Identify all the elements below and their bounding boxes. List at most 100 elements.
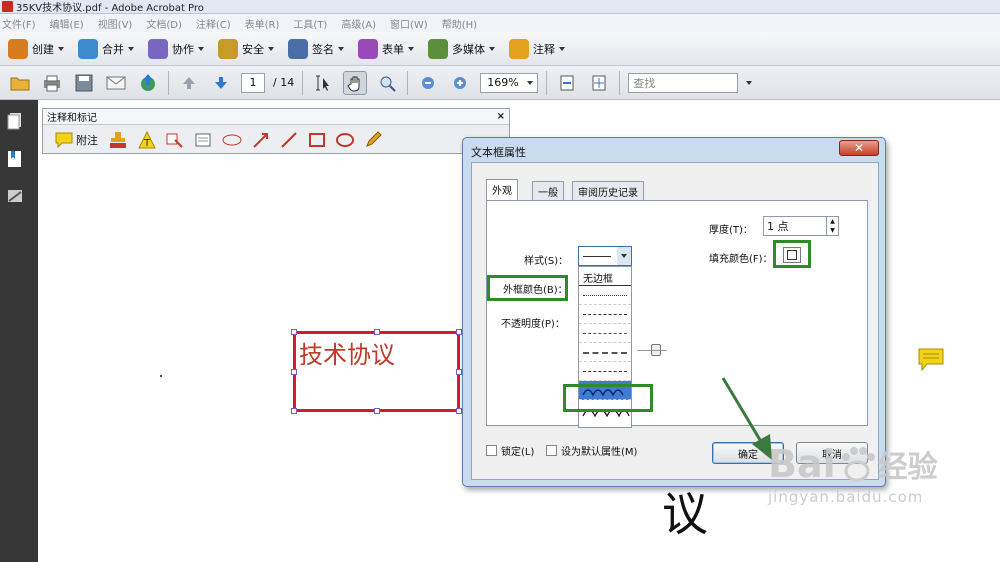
folder-icon: [10, 77, 30, 90]
resize-handle[interactable]: [291, 408, 297, 414]
sign-button[interactable]: 签名: [288, 38, 344, 59]
style-option-dash-dot[interactable]: [579, 362, 631, 381]
zoom-in-button[interactable]: [448, 71, 472, 95]
thickness-label: 厚度(T)：: [709, 225, 753, 236]
sticky-note-icon[interactable]: [918, 348, 944, 372]
page-total: / 14: [273, 76, 295, 89]
multimedia-button[interactable]: 多媒体: [428, 38, 495, 59]
opacity-label: 不透明度(P)：: [501, 319, 565, 330]
page-number-input[interactable]: 1: [241, 72, 265, 93]
textbox-icon[interactable]: [194, 131, 212, 149]
hand-icon: [347, 76, 360, 92]
tab-review-history[interactable]: 审阅历史记录: [572, 181, 644, 201]
tab-general[interactable]: 一般: [532, 181, 564, 201]
chevron-down-icon[interactable]: [746, 80, 753, 85]
next-page-button[interactable]: [209, 71, 233, 95]
highlight-fill-color: [773, 240, 811, 268]
secure-button[interactable]: 安全: [218, 38, 274, 59]
highlight-cloud-style: [563, 384, 653, 412]
oval-icon[interactable]: [336, 131, 354, 149]
arrow-icon[interactable]: [252, 131, 270, 149]
opacity-slider-track[interactable]: [637, 350, 667, 351]
toolbar-separator: [619, 70, 621, 95]
highlight-icon[interactable]: [166, 131, 184, 149]
menu-file[interactable]: 文件(F): [2, 16, 36, 31]
toolbar-separator: [168, 70, 169, 95]
multimedia-icon: [428, 38, 448, 59]
bookmarks-icon[interactable]: [7, 150, 23, 168]
style-option-dashed[interactable]: [579, 305, 631, 324]
resize-handle[interactable]: [291, 329, 297, 335]
resize-handle[interactable]: [291, 369, 297, 375]
doc-glyph: 议: [662, 487, 708, 541]
svg-text:T: T: [143, 138, 151, 149]
style-select[interactable]: [578, 246, 632, 266]
menu-bar: 文件(F) 编辑(E) 视图(V) 文档(D) 注释(C) 表单(R) 工具(T…: [0, 14, 1000, 32]
fit-width-icon: [560, 75, 574, 90]
menu-edit[interactable]: 编辑(E): [50, 16, 84, 31]
fit-page-icon: [592, 75, 606, 90]
set-default-checkbox[interactable]: 设为默认属性(M): [546, 443, 637, 458]
rectangle-icon[interactable]: [308, 131, 326, 149]
sticky-note-icon: [55, 132, 73, 148]
email-button[interactable]: [104, 71, 128, 95]
dialog-body: 外观 一般 审阅历史记录 厚度(T)： 1 点 ▲ ▼ 填充颜色(F)： 样式(S…: [471, 162, 879, 480]
pencil-icon[interactable]: [364, 131, 382, 149]
locked-checkbox[interactable]: 锁定(L): [486, 443, 534, 458]
hand-tool-button[interactable]: [343, 70, 368, 95]
select-tool-button[interactable]: [311, 71, 335, 95]
resize-handle[interactable]: [374, 408, 380, 414]
zoom-out-button[interactable]: [416, 71, 440, 95]
menu-comments[interactable]: 注释(C): [196, 16, 231, 31]
stamp-icon[interactable]: [108, 131, 128, 149]
pages-icon[interactable]: [7, 112, 23, 130]
style-option-dash-long[interactable]: [579, 324, 631, 343]
combine-icon: [78, 38, 98, 59]
spin-buttons[interactable]: ▲ ▼: [826, 217, 838, 235]
zoom-in-icon: [454, 76, 467, 89]
forms-button[interactable]: 表单: [358, 38, 414, 59]
text-edit-icon[interactable]: T: [138, 131, 156, 149]
navigation-toolbar: 1 / 14 169% 查找: [0, 66, 1000, 100]
create-button[interactable]: 创建: [8, 38, 64, 59]
menu-document[interactable]: 文档(D): [146, 16, 182, 31]
line-icon[interactable]: [280, 131, 298, 149]
fit-page-button[interactable]: [587, 71, 611, 95]
previous-page-button[interactable]: [177, 71, 201, 95]
menu-tools[interactable]: 工具(T): [293, 16, 327, 31]
fit-width-button[interactable]: [555, 71, 579, 95]
menu-help[interactable]: 帮助(H): [442, 16, 477, 31]
paw-icon: [841, 447, 875, 482]
comment-panel-close[interactable]: ×: [497, 111, 505, 122]
find-input[interactable]: 查找: [628, 72, 739, 93]
text-box-annotation[interactable]: 技术协议: [291, 329, 462, 414]
menu-advanced[interactable]: 高级(A): [341, 16, 376, 31]
zoom-level-select[interactable]: 169%: [480, 72, 539, 93]
toolbar-separator: [546, 70, 548, 95]
sticky-note-button[interactable]: 附注: [55, 132, 98, 148]
style-option-dotted[interactable]: [579, 286, 631, 305]
combine-button[interactable]: 合并: [78, 38, 134, 59]
save-button[interactable]: [72, 71, 96, 95]
comment-markup-toolbar: 注释和标记 × 附注 T: [42, 108, 510, 154]
tab-appearance[interactable]: 外观: [486, 179, 518, 201]
menu-forms[interactable]: 表单(R): [245, 16, 280, 31]
open-button[interactable]: [8, 71, 32, 95]
menu-window[interactable]: 窗口(W): [390, 16, 428, 31]
style-label: 样式(S)：: [524, 256, 569, 267]
comment-button[interactable]: 注释: [509, 38, 565, 59]
resize-handle[interactable]: [374, 329, 380, 335]
thickness-stepper[interactable]: 1 点 ▲ ▼: [763, 216, 839, 236]
style-option-none[interactable]: 无边框: [579, 267, 631, 286]
cloud-icon[interactable]: [222, 133, 242, 147]
arrow-down-icon: [215, 76, 227, 89]
style-option-dash-sparse[interactable]: [579, 343, 631, 362]
signatures-icon[interactable]: [7, 188, 23, 206]
zoom-out-icon: [422, 76, 435, 89]
menu-view[interactable]: 视图(V): [98, 16, 133, 31]
dialog-close-button[interactable]: ✕: [839, 140, 879, 156]
print-button[interactable]: [40, 71, 64, 95]
marquee-zoom-button[interactable]: [375, 71, 399, 95]
upload-button[interactable]: [136, 71, 160, 95]
collaborate-button[interactable]: 协作: [148, 38, 204, 59]
